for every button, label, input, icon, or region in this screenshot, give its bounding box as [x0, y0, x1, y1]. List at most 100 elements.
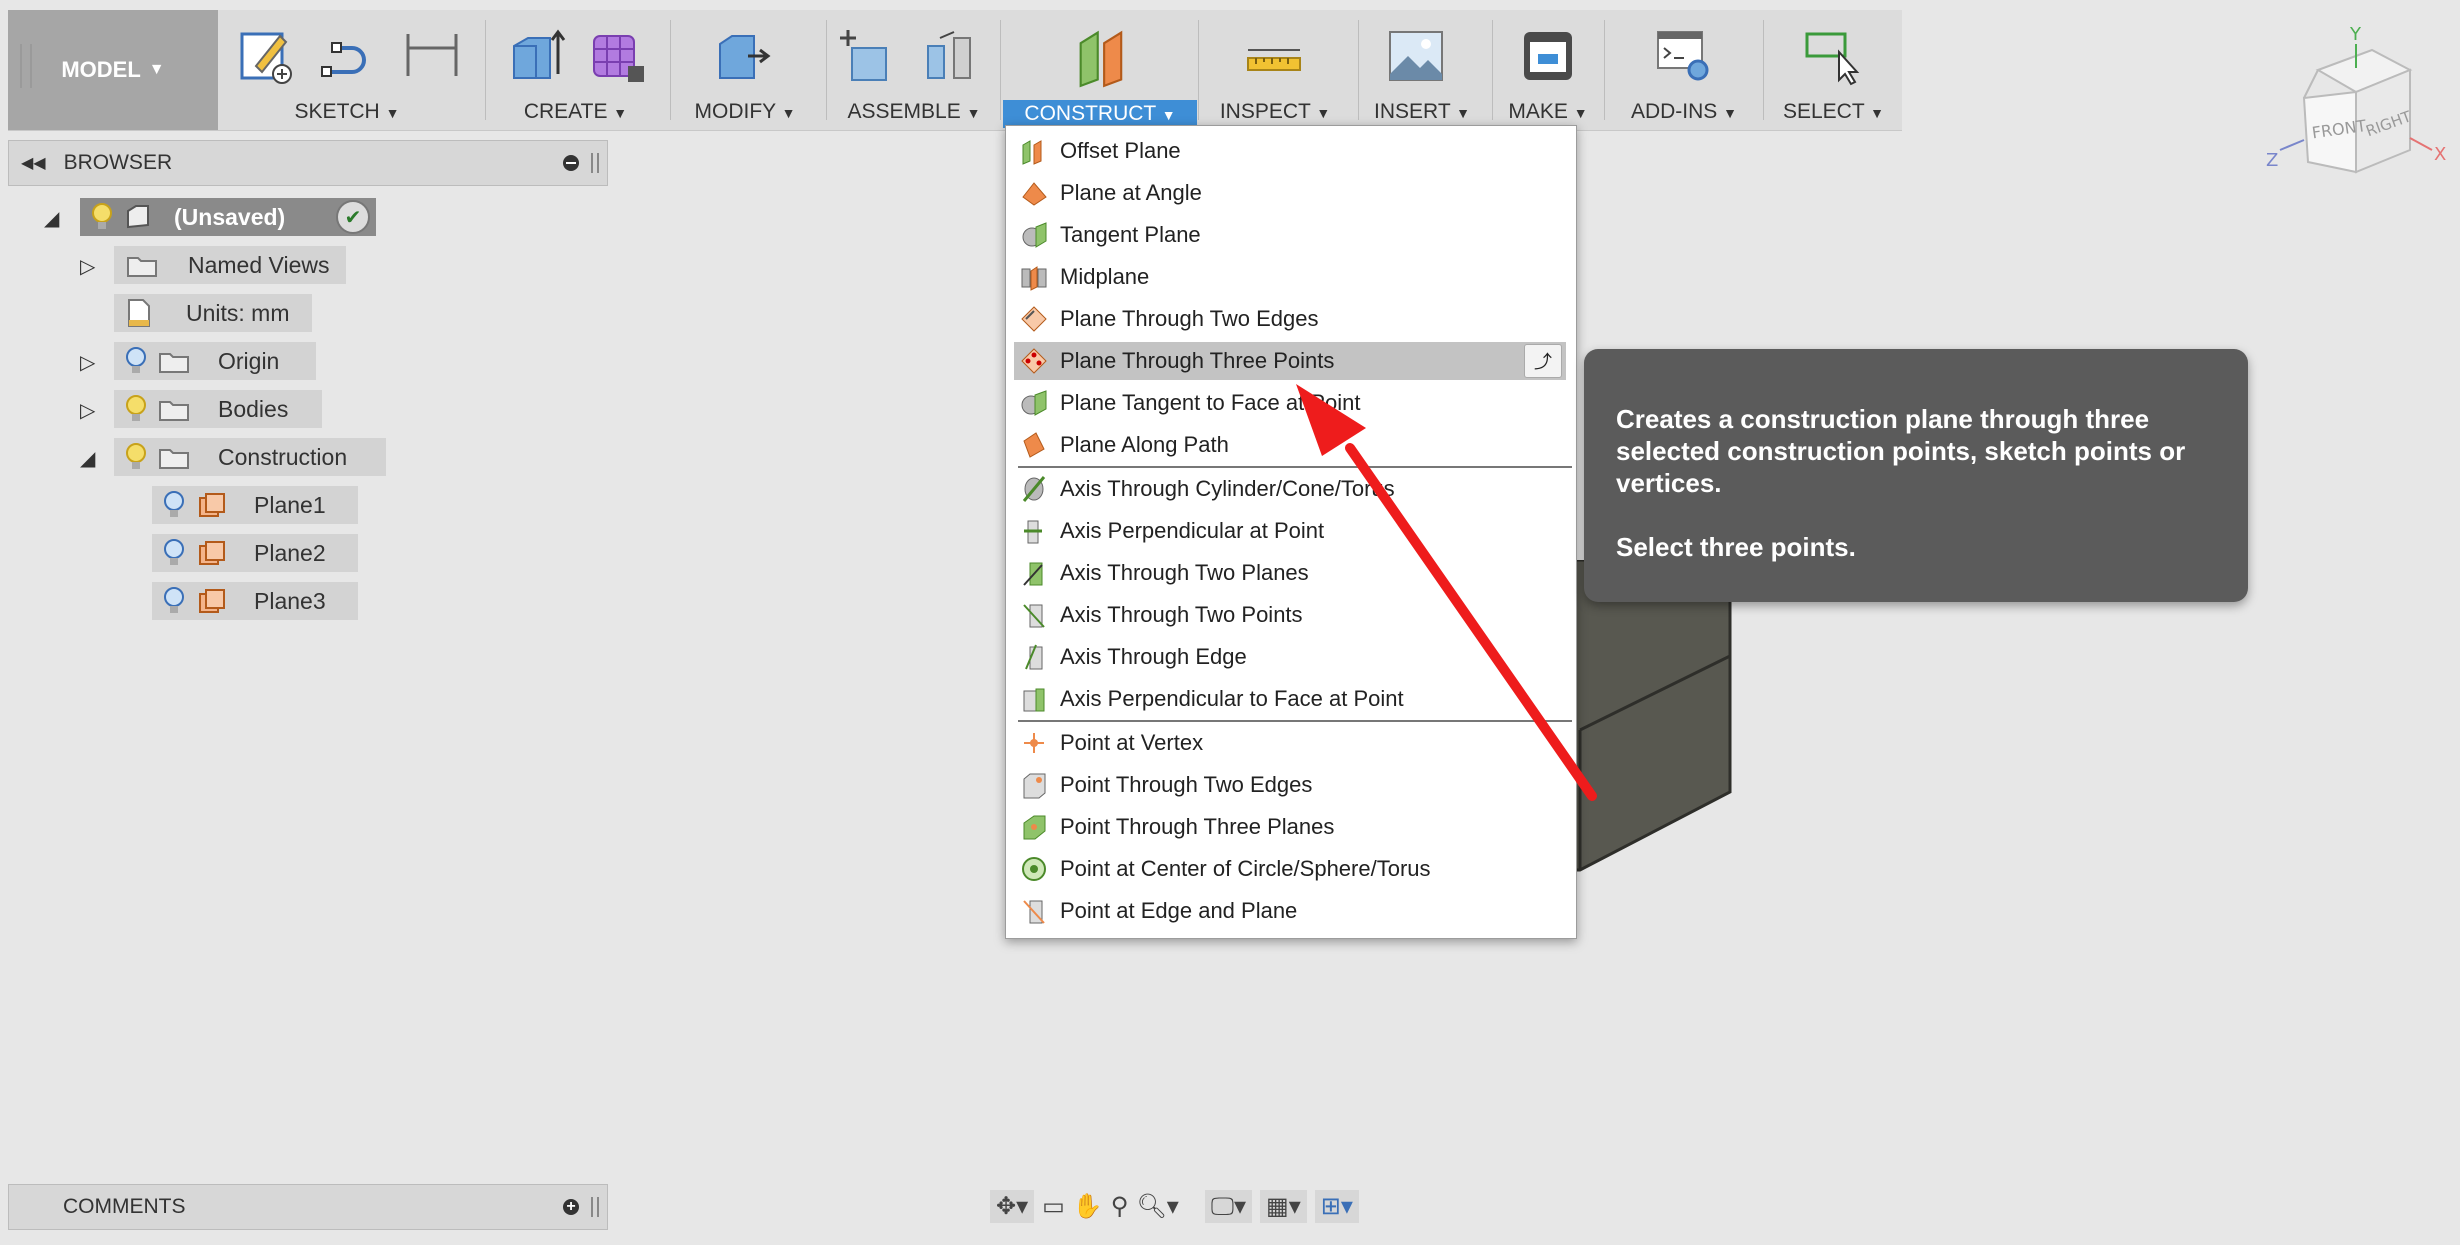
- add-comment-icon[interactable]: +: [563, 1199, 579, 1215]
- toolbar-grip[interactable]: [20, 44, 32, 88]
- visibility-bulb-icon[interactable]: [124, 394, 148, 424]
- form-icon[interactable]: [588, 26, 648, 86]
- toolbar-group-assemble[interactable]: ASSEMBLE ▼: [828, 10, 1000, 130]
- look-at-icon[interactable]: ▭: [1042, 1192, 1065, 1221]
- toolbar-group-make[interactable]: MAKE ▼: [1494, 10, 1602, 130]
- visibility-bulb-icon[interactable]: [124, 346, 148, 376]
- menu-item-point-through-three-planes[interactable]: Point Through Three Planes: [1014, 808, 1566, 846]
- expand-triangle-icon[interactable]: ▷: [80, 254, 95, 279]
- construct-plane-icon[interactable]: [1069, 24, 1135, 88]
- display-settings-icon[interactable]: 🖵▾: [1204, 1189, 1253, 1223]
- menu-item-point-at-vertex[interactable]: Point at Vertex: [1014, 724, 1566, 762]
- menu-item-plane-tangent-to-face-at-point[interactable]: Plane Tangent to Face at Point: [1014, 384, 1566, 422]
- insert-image-icon[interactable]: [1386, 26, 1446, 86]
- viewports-icon[interactable]: ⊞▾: [1314, 1189, 1359, 1223]
- toolbar-group-insert[interactable]: INSERT ▼: [1360, 10, 1484, 130]
- toolbar-group-modify[interactable]: MODIFY ▼: [672, 10, 818, 130]
- scripts-addins-icon[interactable]: [1654, 26, 1714, 86]
- browser-node-units[interactable]: Units: mm: [114, 294, 312, 332]
- visibility-bulb-icon[interactable]: [90, 202, 114, 232]
- menu-item-axis-perpendicular-to-face[interactable]: Axis Perpendicular to Face at Point: [1014, 680, 1566, 718]
- folder-icon: [127, 257, 157, 277]
- expand-options-icon[interactable]: ⤴: [1524, 344, 1562, 378]
- grid-settings-icon[interactable]: ▦▾: [1260, 1189, 1307, 1223]
- minimize-panel-icon[interactable]: [563, 155, 579, 171]
- menu-item-plane-at-angle[interactable]: Plane at Angle: [1014, 174, 1566, 212]
- new-component-icon[interactable]: [836, 26, 896, 86]
- menu-item-plane-through-two-edges[interactable]: Plane Through Two Edges: [1014, 300, 1566, 338]
- expand-triangle-icon[interactable]: ◢: [44, 206, 59, 231]
- chevron-down-icon: ▼: [1161, 107, 1176, 123]
- toolbar-group-add-ins[interactable]: ADD-INS ▼: [1606, 10, 1762, 130]
- plane-three-points-icon: [1021, 348, 1047, 374]
- toolbar-group-sketch[interactable]: SKETCH ▼: [222, 10, 472, 130]
- orbit-icon[interactable]: ✥▾: [990, 1189, 1035, 1223]
- construction-plane-icon: [199, 493, 225, 517]
- create-sketch-icon[interactable]: [236, 26, 296, 86]
- menu-item-axis-through-two-points[interactable]: Axis Through Two Points: [1014, 596, 1566, 634]
- fit-zoom-icon[interactable]: 🔍︎▾: [1136, 1192, 1179, 1221]
- visibility-bulb-icon[interactable]: [162, 538, 186, 568]
- menu-item-tangent-plane[interactable]: Tangent Plane: [1014, 216, 1566, 254]
- toolbar-group-inspect[interactable]: INSPECT ▼: [1200, 10, 1350, 130]
- menu-item-axis-through-cylinder[interactable]: Axis Through Cylinder/Cone/Torus: [1014, 470, 1566, 508]
- command-tooltip: Creates a construction plane through thr…: [1584, 349, 2248, 602]
- browser-node-bodies[interactable]: Bodies: [114, 390, 322, 428]
- 3d-print-icon[interactable]: [1518, 26, 1578, 86]
- measure-icon[interactable]: [1244, 26, 1304, 86]
- expand-triangle-icon[interactable]: ▷: [80, 398, 95, 423]
- toolbar-group-select[interactable]: SELECT ▼: [1765, 10, 1902, 130]
- axis-perpendicular-icon: [1024, 520, 1042, 544]
- zoom-icon[interactable]: ⚲: [1111, 1192, 1129, 1221]
- menu-item-axis-through-edge[interactable]: Axis Through Edge: [1014, 638, 1566, 676]
- menu-item-point-at-center[interactable]: Point at Center of Circle/Sphere/Torus: [1014, 850, 1566, 888]
- plane-along-path-icon: [1023, 432, 1045, 458]
- press-pull-icon[interactable]: [712, 26, 772, 86]
- browser-header[interactable]: ◀◀ BROWSER: [8, 140, 608, 186]
- panel-grip-icon[interactable]: [591, 153, 599, 173]
- menu-item-midplane[interactable]: Midplane: [1014, 258, 1566, 296]
- workspace-switcher[interactable]: MODEL ▼: [8, 10, 218, 130]
- line-tool-icon[interactable]: [318, 26, 378, 86]
- joint-icon[interactable]: [920, 26, 980, 86]
- menu-item-label: Offset Plane: [1060, 138, 1181, 163]
- collapse-panel-icon[interactable]: ◀◀: [21, 153, 46, 173]
- chevron-down-icon: ▼: [781, 105, 796, 121]
- menu-item-plane-through-three-points[interactable]: Plane Through Three Points ⤴: [1014, 342, 1566, 380]
- extrude-icon[interactable]: [506, 26, 566, 86]
- browser-root-node[interactable]: (Unsaved) ✔: [80, 198, 376, 236]
- comments-panel-header[interactable]: COMMENTS +: [8, 1184, 608, 1230]
- component-icon: [127, 205, 149, 229]
- browser-node-named-views[interactable]: Named Views: [114, 246, 346, 284]
- visibility-bulb-icon[interactable]: [162, 490, 186, 520]
- dimension-icon[interactable]: [402, 26, 462, 86]
- menu-item-axis-through-two-planes[interactable]: Axis Through Two Planes: [1014, 554, 1566, 592]
- root-label: (Unsaved): [174, 203, 286, 230]
- toolbar-divider: [1358, 20, 1359, 120]
- expand-triangle-icon[interactable]: ▷: [80, 350, 95, 375]
- browser-node-construction[interactable]: Construction: [114, 438, 386, 476]
- toolbar-group-create[interactable]: CREATE ▼: [488, 10, 663, 130]
- menu-divider: [1018, 720, 1572, 722]
- visibility-bulb-icon[interactable]: [124, 442, 148, 472]
- viewcube[interactable]: FRONT RIGHT Y X Z: [2260, 20, 2450, 190]
- menu-item-point-at-edge-and-plane[interactable]: Point at Edge and Plane: [1014, 892, 1566, 930]
- axis-cylinder-icon: [1022, 476, 1046, 502]
- pan-hand-icon[interactable]: ✋: [1073, 1192, 1103, 1221]
- browser-node-plane1[interactable]: Plane1: [152, 486, 358, 524]
- menu-item-axis-perpendicular-at-point[interactable]: Axis Perpendicular at Point: [1014, 512, 1566, 550]
- browser-node-origin[interactable]: Origin: [114, 342, 316, 380]
- browser-node-plane3[interactable]: Plane3: [152, 582, 358, 620]
- browser-node-plane2[interactable]: Plane2: [152, 534, 358, 572]
- node-label: Plane1: [254, 491, 326, 518]
- menu-item-offset-plane[interactable]: Offset Plane: [1014, 132, 1566, 170]
- toolbar-group-construct[interactable]: CONSTRUCT ▼: [1003, 10, 1197, 130]
- panel-grip-icon[interactable]: [591, 1197, 599, 1217]
- collapse-triangle-icon[interactable]: ◢: [80, 446, 95, 471]
- visibility-bulb-icon[interactable]: [162, 586, 186, 616]
- select-icon[interactable]: [1803, 26, 1863, 86]
- activate-check-icon[interactable]: ✔: [336, 200, 370, 234]
- menu-item-point-through-two-edges[interactable]: Point Through Two Edges: [1014, 766, 1566, 804]
- chevron-down-icon: ▼: [148, 61, 165, 78]
- menu-item-plane-along-path[interactable]: Plane Along Path: [1014, 426, 1566, 464]
